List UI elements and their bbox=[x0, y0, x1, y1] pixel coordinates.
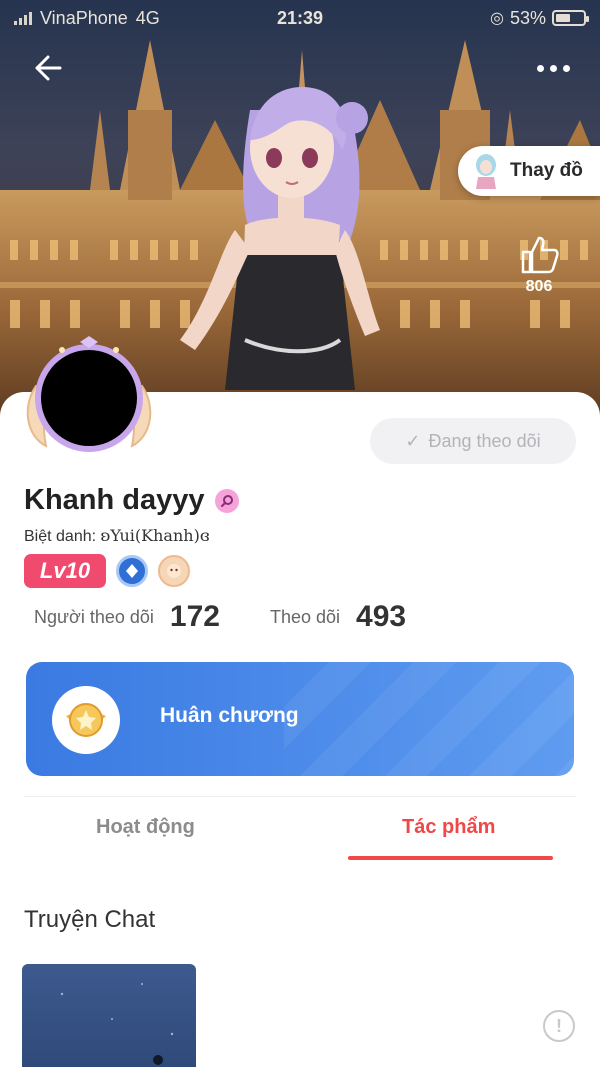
following-count[interactable]: 493 bbox=[356, 600, 406, 634]
badges-row: Lv10 bbox=[24, 554, 190, 588]
thumbs-up-icon bbox=[521, 236, 559, 274]
followers-count[interactable]: 172 bbox=[170, 600, 220, 634]
outfit-thumbnail-icon bbox=[476, 154, 496, 189]
following-button-label: Đang theo dõi bbox=[428, 430, 541, 451]
character-badge-icon[interactable] bbox=[158, 555, 190, 587]
following-label[interactable]: Theo dõi bbox=[270, 607, 340, 628]
like-button[interactable]: 806 bbox=[514, 232, 564, 306]
nickname-value: ʚYui(Khanh)ɞ bbox=[100, 526, 210, 545]
alarm-lock-icon: ◎ bbox=[490, 10, 504, 27]
more-options-button[interactable] bbox=[528, 50, 578, 86]
chat-story-thumbnail[interactable] bbox=[22, 964, 196, 1067]
avatar-frame bbox=[26, 336, 152, 452]
follow-stats: Người theo dõi 172 Theo dõi 493 bbox=[34, 600, 406, 634]
signal-icon bbox=[14, 11, 32, 25]
tab-works[interactable]: Tác phẩm bbox=[402, 816, 495, 839]
followers-label[interactable]: Người theo dõi bbox=[34, 607, 154, 628]
section-title: Truyện Chat bbox=[24, 906, 156, 933]
tab-activity[interactable]: Hoạt động bbox=[96, 816, 195, 839]
more-dots-icon bbox=[536, 64, 544, 72]
change-outfit-button[interactable]: Thay đồ bbox=[458, 146, 600, 196]
level-badge[interactable]: Lv10 bbox=[24, 554, 106, 588]
following-button[interactable]: ✓ Đang theo dõi bbox=[370, 418, 576, 464]
avatar[interactable] bbox=[22, 336, 156, 454]
like-count: 806 bbox=[525, 278, 553, 295]
battery-icon bbox=[552, 10, 589, 26]
change-outfit-label: Thay đồ bbox=[510, 160, 583, 181]
nickname-label: Biệt danh: bbox=[24, 528, 97, 545]
medal-icon bbox=[52, 686, 120, 754]
medal-title: Huân chương bbox=[160, 704, 299, 727]
arrow-left-icon bbox=[35, 55, 62, 81]
back-button[interactable] bbox=[26, 48, 70, 88]
carrier-name: VinaPhone bbox=[40, 7, 128, 28]
battery-level-fill bbox=[556, 14, 570, 22]
network-type: 4G bbox=[135, 7, 160, 28]
search-badge-icon[interactable] bbox=[214, 488, 239, 513]
status-bar: VinaPhone 4G 21:39 ◎ 53% bbox=[0, 0, 600, 36]
exclamation-icon: ! bbox=[556, 1015, 562, 1036]
rank-badge-icon[interactable] bbox=[116, 555, 148, 587]
medal-card[interactable]: Huân chương bbox=[26, 662, 574, 776]
tabs-divider bbox=[24, 796, 576, 797]
active-tab-indicator bbox=[348, 856, 553, 860]
user-name: Khanh dayyy bbox=[24, 484, 239, 517]
battery-percent: 53% bbox=[509, 7, 546, 28]
report-button[interactable]: ! bbox=[543, 1010, 575, 1042]
nickname: Biệt danh: ʚYui(Khanh)ɞ bbox=[24, 526, 210, 546]
check-icon: ✓ bbox=[405, 430, 421, 451]
user-name-text: Khanh dayyy bbox=[24, 484, 205, 516]
